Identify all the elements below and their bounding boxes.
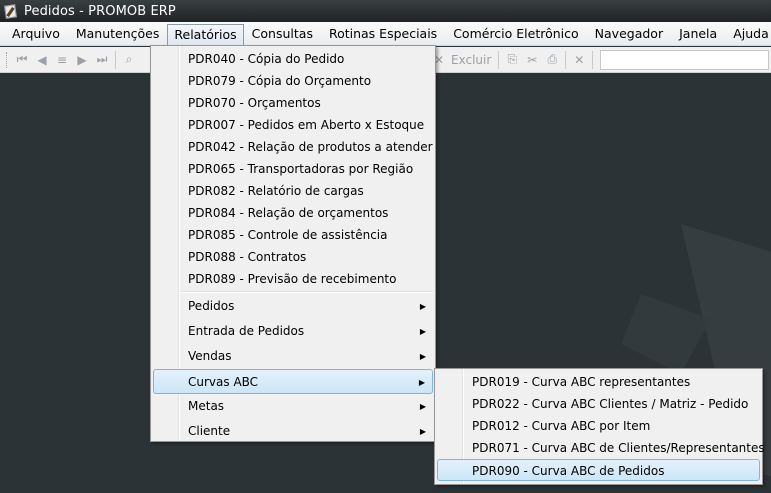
relatorios-dropdown: PDR040 - Cópia do Pedido PDR079 - Cópia … (150, 45, 436, 442)
toolbar-divider (115, 50, 116, 69)
submenu-label: Pedidos (188, 299, 235, 313)
menu-ajuda[interactable]: Ajuda (725, 24, 771, 44)
last-record-icon[interactable]: ⏭ (92, 50, 112, 70)
menu-item-pdr084[interactable]: PDR084 - Relação de orçamentos (151, 202, 435, 224)
window-title: Pedidos - PROMOB ERP (24, 3, 176, 19)
submenu-label: Metas (188, 399, 225, 413)
menu-item-pdr065[interactable]: PDR065 - Transportadoras por Região (151, 158, 435, 180)
cut-icon[interactable]: ✂ (522, 50, 542, 70)
menu-item-pdr019[interactable]: PDR019 - Curva ABC representantes (435, 371, 762, 393)
paste-icon[interactable]: ⎙ (542, 50, 562, 70)
menu-separator (181, 291, 433, 293)
menu-item-pdr012[interactable]: PDR012 - Curva ABC por Item (435, 415, 762, 437)
cancel-icon[interactable]: ✕ (569, 50, 589, 70)
equals-icon[interactable]: ≡ (52, 50, 72, 70)
menu-relatorios[interactable]: Relatórios (167, 23, 244, 46)
menu-arquivo[interactable]: Arquivo (4, 24, 68, 44)
submenu-arrow-icon: ▶ (418, 378, 425, 387)
submenu-pedidos[interactable]: Pedidos ▶ (151, 294, 435, 319)
submenu-label: Entrada de Pedidos (188, 324, 305, 338)
toolbar-divider (592, 50, 594, 69)
app-icon (4, 3, 18, 19)
menu-item-pdr090[interactable]: PDR090 - Curva ABC de Pedidos (437, 459, 760, 481)
menu-item-pdr079[interactable]: PDR079 - Cópia do Orçamento (151, 70, 435, 92)
toolbar-grip[interactable] (6, 51, 9, 68)
submenu-arrow-icon: ▶ (419, 427, 426, 436)
submenu-curvas-abc[interactable]: Curvas ABC ▶ (153, 369, 433, 394)
menu-manutencoes[interactable]: Manutenções (68, 24, 168, 44)
submenu-arrow-icon: ▶ (419, 327, 426, 336)
menu-item-pdr042[interactable]: PDR042 - Relação de produtos a atender (151, 136, 435, 158)
menu-item-pdr082[interactable]: PDR082 - Relatório de cargas (151, 180, 435, 202)
toolbar-field[interactable] (600, 49, 769, 70)
submenu-arrow-icon: ▶ (419, 302, 426, 311)
menu-rotinas-especiais[interactable]: Rotinas Especiais (321, 24, 445, 44)
menu-item-pdr040[interactable]: PDR040 - Cópia do Pedido (151, 48, 435, 70)
menu-item-pdr007[interactable]: PDR007 - Pedidos em Aberto x Estoque (151, 114, 435, 136)
curvas-abc-submenu: PDR019 - Curva ABC representantes PDR022… (434, 368, 765, 485)
delete-button[interactable]: Excluir (451, 53, 491, 67)
submenu-arrow-icon: ▶ (419, 352, 426, 361)
submenu-arrow-icon: ▶ (419, 402, 426, 411)
submenu-vendas[interactable]: Vendas ▶ (151, 344, 435, 369)
search-icon[interactable]: ⌕ (119, 50, 139, 70)
toolbar-divider (498, 50, 500, 69)
menu-item-pdr070[interactable]: PDR070 - Orçamentos (151, 92, 435, 114)
menu-navegador[interactable]: Navegador (587, 24, 671, 44)
menu-item-pdr022[interactable]: PDR022 - Curva ABC Clientes / Matriz - P… (435, 393, 762, 415)
submenu-label: Curvas ABC (188, 375, 259, 389)
submenu-label: Cliente (188, 424, 231, 438)
menu-consultas[interactable]: Consultas (244, 24, 321, 44)
menu-item-pdr088[interactable]: PDR088 - Contratos (151, 246, 435, 268)
submenu-metas[interactable]: Metas ▶ (151, 394, 435, 419)
copy-icon[interactable]: ⎘ (502, 50, 522, 70)
menu-comercio-eletronico[interactable]: Comércio Eletrônico (445, 24, 586, 44)
menu-item-pdr071[interactable]: PDR071 - Curva ABC de Clientes/Represent… (435, 437, 765, 459)
menu-janela[interactable]: Janela (671, 24, 725, 44)
toolbar-divider (565, 50, 567, 69)
submenu-entrada-de-pedidos[interactable]: Entrada de Pedidos ▶ (151, 319, 435, 344)
menu-item-pdr089[interactable]: PDR089 - Previsão de recebimento (151, 268, 435, 290)
menu-bar: Arquivo Manutenções Relatórios Consultas… (0, 22, 771, 46)
first-record-icon[interactable]: ⏮ (12, 50, 32, 70)
title-bar: Pedidos - PROMOB ERP (0, 0, 771, 22)
menu-item-pdr085[interactable]: PDR085 - Controle de assistência (151, 224, 435, 246)
previous-record-icon[interactable]: ◀ (32, 50, 52, 70)
submenu-label: Vendas (188, 349, 232, 363)
next-record-icon[interactable]: ▶ (72, 50, 92, 70)
submenu-cliente[interactable]: Cliente ▶ (151, 419, 435, 444)
